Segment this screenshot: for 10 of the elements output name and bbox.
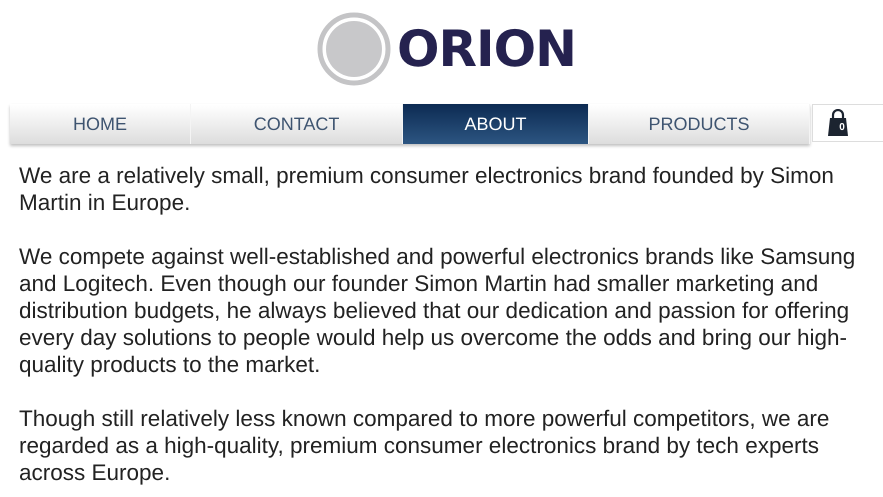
paragraph: We are a relatively small, premium consumer electronics brand founded by Simon Martin in Europe. (19, 162, 835, 216)
nav-tab[interactable]: CONTACT (191, 104, 404, 144)
paragraph: Though still relatively less known compared to more powerful competitors, we are regarded as a high-quality, premium consumer electronics brand by tech experts across Europe. (19, 405, 830, 486)
paragraph: We compete against well-established and powerful electronics brands like Samsung and Logitech. Even though our founder Simon Martin had smaller marketing and distribution budgets, he always believed that our dedication and passion for offering every day solutions to people would help us overcome the odds and bring our high-quality products to the market. (19, 243, 856, 378)
nav-tab[interactable]: PRODUCTS (589, 104, 810, 144)
cart-count: 0 (838, 122, 846, 134)
nav-tab[interactable]: HOME (10, 104, 192, 144)
logo-text: ORION (397, 24, 576, 74)
cart-button[interactable]: 0 (812, 104, 883, 142)
nav-tab[interactable]: ABOUT (403, 104, 590, 144)
